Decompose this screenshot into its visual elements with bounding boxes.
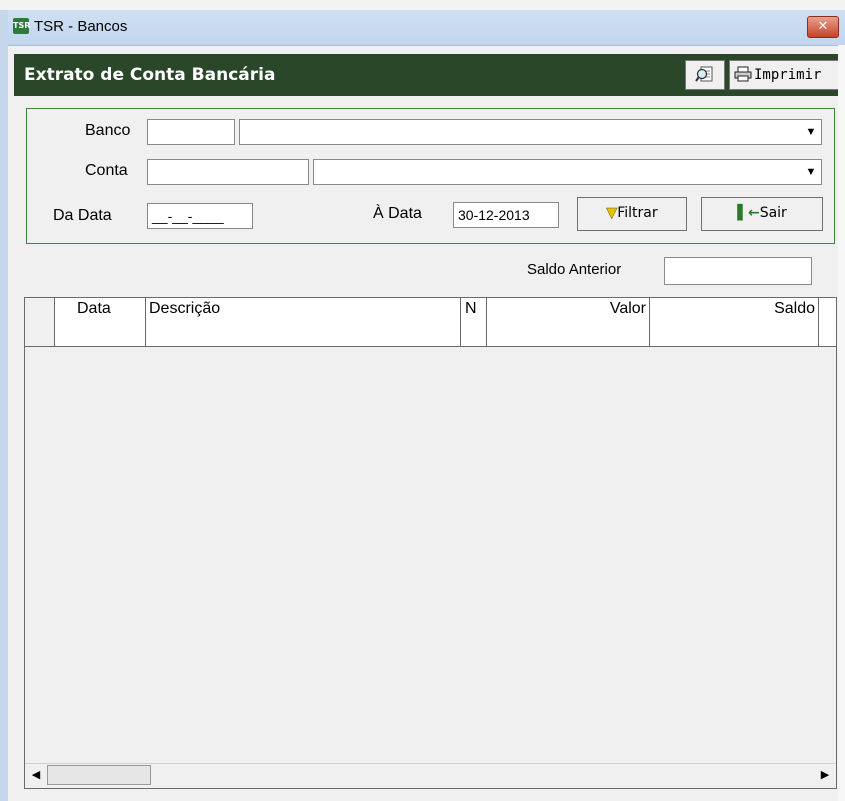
column-descricao: Descrição [146, 298, 461, 346]
preview-button[interactable] [685, 60, 725, 90]
filtrar-button[interactable]: ▼Filtrar [577, 197, 687, 231]
print-button[interactable]: Imprimir [729, 60, 841, 90]
conta-label: Conta [85, 162, 128, 179]
conta-name-combo[interactable]: ▼ [313, 159, 822, 185]
title-bar[interactable]: TSR TSR - Bancos ✕ [8, 10, 845, 46]
top-strip [0, 0, 845, 10]
app-logo-icon: TSR [13, 18, 30, 34]
saldo-anterior-field[interactable] [664, 257, 812, 285]
column-header-data[interactable]: Data [77, 300, 111, 318]
column-data: Data [55, 298, 146, 346]
printer-icon [734, 66, 752, 82]
a-data-field[interactable]: 30-12-2013 [453, 202, 559, 228]
horizontal-scrollbar[interactable]: ◀ ▶ [25, 763, 836, 788]
a-data-label: À Data [373, 205, 422, 222]
conta-code-field[interactable] [147, 159, 309, 185]
column-header-valor[interactable]: Valor [610, 300, 646, 318]
da-data-field[interactable]: __-__-____ [147, 203, 253, 229]
filtrar-label: Filtrar [617, 205, 658, 221]
window-left-border [0, 10, 8, 801]
window-title: TSR - Bancos [34, 18, 128, 35]
grid-corner [25, 298, 55, 322]
magnifier-document-icon [695, 66, 713, 82]
column-header-saldo[interactable]: Saldo [774, 300, 815, 318]
window-right-edge [838, 45, 845, 801]
statement-grid[interactable]: Data Descrição N Valor Saldo ◀ ▶ [24, 297, 837, 789]
column-saldo: Saldo [650, 298, 819, 346]
exit-door-icon: ▌← [737, 205, 760, 221]
scroll-left-icon[interactable]: ◀ [26, 765, 46, 785]
banco-label: Banco [85, 122, 131, 139]
close-button[interactable]: ✕ [807, 16, 839, 38]
scrollbar-thumb[interactable] [47, 765, 151, 785]
form-title: Extrato de Conta Bancária [24, 65, 276, 85]
saldo-anterior-label: Saldo Anterior [527, 261, 622, 278]
filter-panel: Banco ▼ Conta ▼ Da Data __-__-____ À Dat… [26, 108, 835, 244]
column-valor: Valor [487, 298, 650, 346]
app-window: TSR TSR - Bancos ✕ Extrato de Conta Banc… [0, 0, 845, 801]
chevron-down-icon[interactable]: ▼ [802, 161, 820, 183]
column-n: N [461, 298, 487, 346]
scroll-right-icon[interactable]: ▶ [815, 765, 835, 785]
row-indicator[interactable] [25, 322, 55, 346]
sair-label: Sair [759, 205, 787, 221]
chevron-down-icon[interactable]: ▼ [802, 121, 820, 143]
sair-button[interactable]: ▌←Sair [701, 197, 823, 231]
banco-code-field[interactable] [147, 119, 235, 145]
form-header: Extrato de Conta Bancária Imprimir [14, 54, 843, 96]
column-header-n[interactable]: N [465, 300, 477, 318]
da-data-label: Da Data [53, 207, 112, 224]
column-header-descricao[interactable]: Descrição [149, 300, 220, 318]
banco-name-combo[interactable]: ▼ [239, 119, 822, 145]
print-button-label: Imprimir [754, 67, 822, 83]
funnel-icon: ▼ [606, 205, 618, 222]
